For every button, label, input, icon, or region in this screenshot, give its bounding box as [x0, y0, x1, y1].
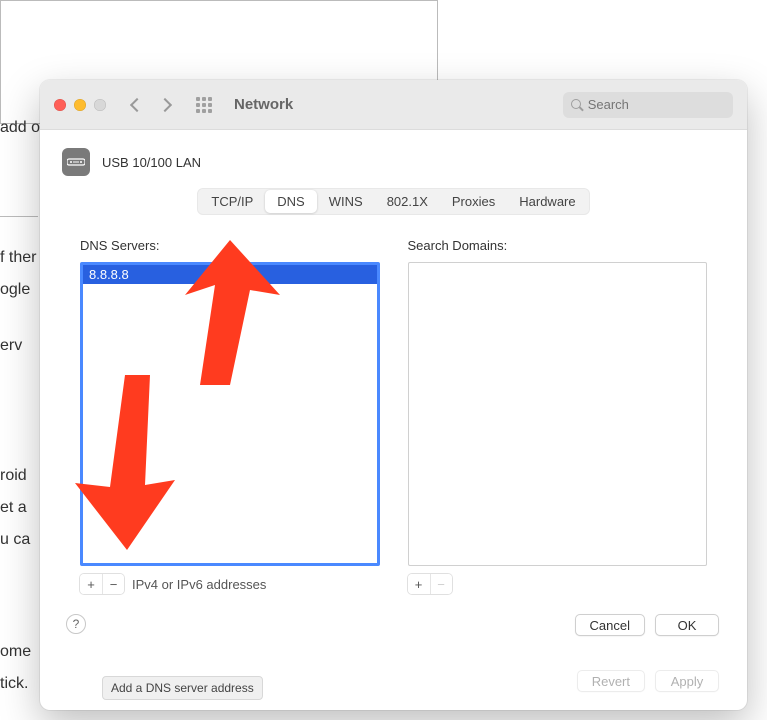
dns-servers-label: DNS Servers:: [80, 238, 380, 256]
window-title: Network: [234, 96, 293, 113]
bg-text: tick.: [0, 668, 28, 700]
dns-remove-button[interactable]: −: [102, 574, 124, 594]
tab-wins[interactable]: WINS: [317, 190, 375, 213]
bg-text: et a: [0, 492, 27, 524]
ethernet-icon: [62, 148, 90, 176]
tab-tcpip[interactable]: TCP/IP: [199, 190, 265, 213]
help-button[interactable]: ?: [66, 614, 86, 634]
search-domains-list[interactable]: [408, 262, 708, 566]
bg-divider: [0, 216, 38, 218]
domain-remove-button: −: [430, 574, 452, 594]
dns-panel: DNS Servers: 8.8.8.8 + − IPv4 or IPv6 ad…: [62, 220, 725, 640]
minimize-icon[interactable]: [74, 99, 86, 111]
tooltip: Add a DNS server address: [102, 676, 263, 700]
ok-button[interactable]: OK: [655, 614, 719, 636]
back-button[interactable]: [130, 97, 144, 111]
nav-arrows: [132, 100, 170, 110]
tab-dns[interactable]: DNS: [265, 190, 316, 213]
forward-button[interactable]: [158, 97, 172, 111]
tab-8021x[interactable]: 802.1X: [375, 190, 440, 213]
bg-text: ome: [0, 636, 31, 668]
dns-entry[interactable]: 8.8.8.8: [83, 265, 377, 284]
interface-header: USB 10/100 LAN: [62, 148, 725, 176]
zoom-icon: [94, 99, 106, 111]
search-domains-label: Search Domains:: [408, 238, 708, 256]
show-all-icon[interactable]: [196, 97, 212, 113]
bg-text: roid: [0, 460, 27, 492]
bg-text: erv: [0, 330, 22, 362]
search-domains-column: Search Domains: + −: [408, 238, 708, 594]
dns-add-button[interactable]: +: [80, 574, 102, 594]
apply-button: Apply: [655, 670, 719, 692]
cancel-button[interactable]: Cancel: [575, 614, 645, 636]
bg-text: u ca: [0, 524, 30, 556]
revert-button: Revert: [577, 670, 645, 692]
network-prefs-window: Network USB 10/100 LAN TCP/IP DNS WINS 8…: [40, 80, 747, 710]
titlebar: Network: [40, 80, 747, 130]
bg-text: f ther: [0, 242, 36, 274]
bg-text: ogle: [0, 274, 30, 306]
dns-servers-column: DNS Servers: 8.8.8.8 + − IPv4 or IPv6 ad…: [80, 238, 380, 594]
search-icon: [571, 99, 582, 111]
dns-servers-list[interactable]: 8.8.8.8: [80, 262, 380, 566]
domain-add-button[interactable]: +: [408, 574, 430, 594]
search-field[interactable]: [563, 92, 733, 118]
dns-hint: IPv4 or IPv6 addresses: [132, 577, 266, 592]
window-controls: [54, 99, 106, 111]
dns-add-remove: + −: [80, 574, 124, 594]
tab-hardware[interactable]: Hardware: [507, 190, 587, 213]
search-input[interactable]: [588, 97, 725, 112]
interface-name: USB 10/100 LAN: [102, 155, 201, 170]
close-icon[interactable]: [54, 99, 66, 111]
tabs: TCP/IP DNS WINS 802.1X Proxies Hardware: [197, 188, 589, 215]
tab-proxies[interactable]: Proxies: [440, 190, 507, 213]
domain-add-remove: + −: [408, 574, 452, 594]
